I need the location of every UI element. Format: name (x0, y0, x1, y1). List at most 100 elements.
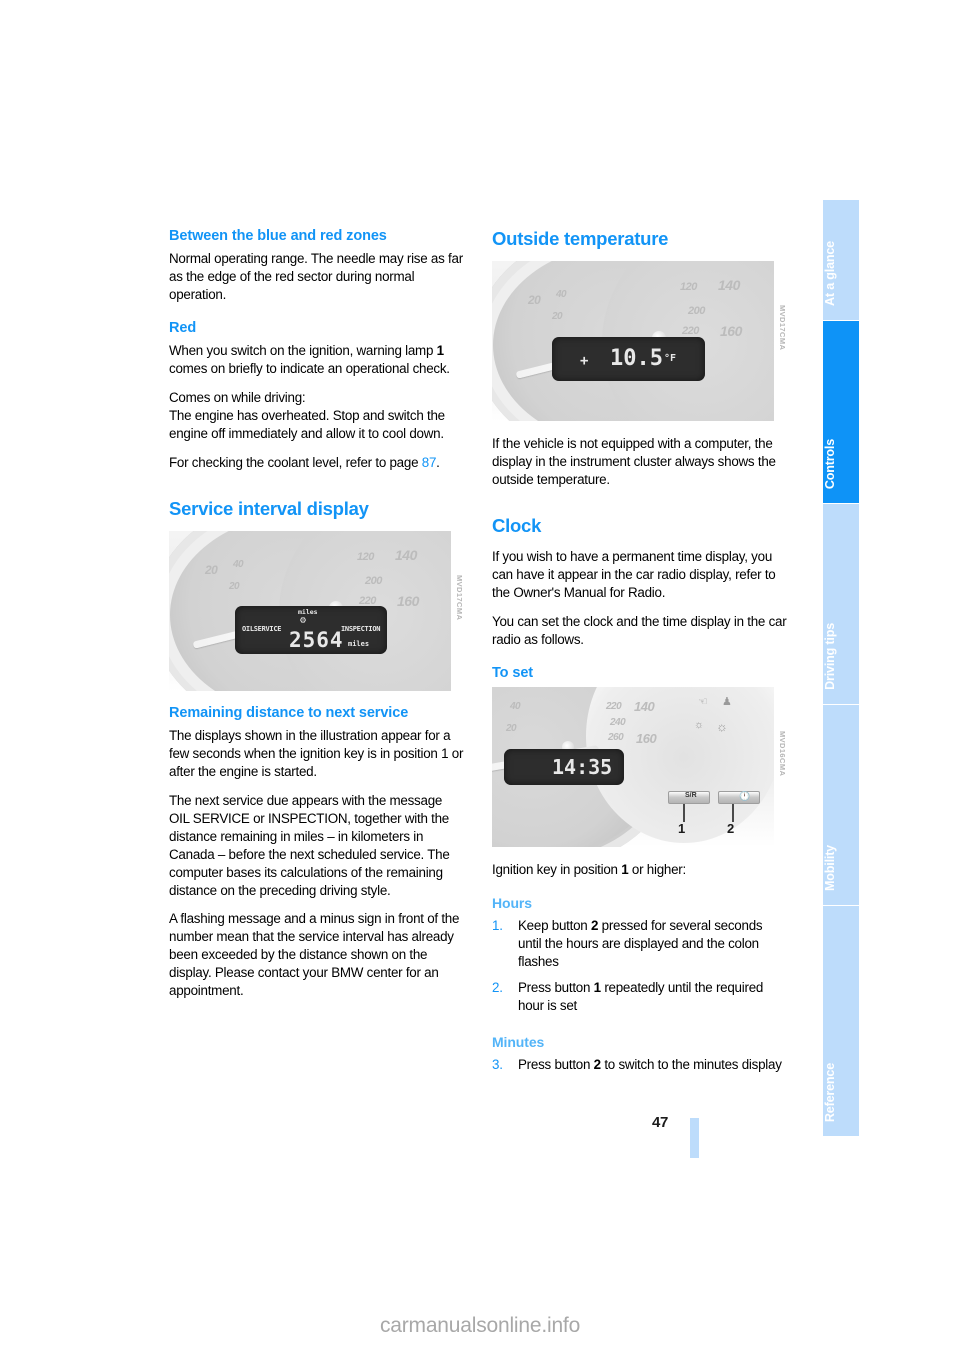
sidebar-item-label: Driving tips (823, 623, 837, 690)
figure-image-outside-temp: 20 40 20 120 140 200 220 160 + 10.5 °F (492, 261, 774, 422)
button-1-sr[interactable]: S/R (668, 791, 710, 805)
dial-tick-label: 40 (510, 701, 521, 713)
lcd-clock-value: 14:35 (552, 755, 613, 780)
coolant-text: For checking the coolant level, refer to… (169, 454, 422, 470)
step-number: 1. (492, 917, 503, 933)
paragraph-red-driving-label: Comes on while driving: (169, 390, 306, 406)
headlight-icon: ☼ (716, 719, 728, 735)
sidebar-item-label: Controls (823, 438, 837, 489)
dial-tick-label: 140 (718, 277, 740, 294)
paragraph-clock-1: If you wish to have a permanent time dis… (492, 549, 776, 600)
dial-tick-label: 160 (720, 323, 742, 340)
figure-image-clock: 40 20 220 140 240 260 160 ☜ ♟ ☼ ☼ 14:35 … (492, 687, 774, 848)
dial-tick-label: 160 (636, 731, 657, 747)
step-number: 3. (492, 1056, 503, 1072)
paragraph-remaining-2: The next service due appears with the me… (169, 793, 450, 898)
clock-lcd-panel: 14:35 (504, 749, 624, 786)
list-item: 2. Press button 1 repeatedly until the re… (492, 979, 788, 1015)
manual-page: Between the blue and red zones Normal op… (0, 0, 960, 1358)
sidebar-item-mobility[interactable]: Mobility (823, 705, 859, 905)
section-tabs-sidebar: At a glance Controls Driving tips Mobili… (823, 200, 859, 1136)
heading-remaining-distance: Remaining distance to next service (169, 705, 409, 722)
lcd-sign: + (580, 353, 589, 370)
service-lcd-panel: OILSERVICE INSPECTION miles ⚙ 2564 miles (235, 606, 387, 655)
dial-tick-label: 240 (610, 717, 626, 729)
paragraph-remaining-1: The displays shown in the illustration a… (169, 728, 464, 780)
red-text-part-b: comes on briefly to indicate an operatio… (169, 361, 450, 377)
callout-number-1: 1 (678, 821, 686, 837)
dial-tick-label: 20 (229, 581, 240, 593)
dial-tick-label: 20 (528, 293, 541, 308)
lcd-bottom-unit: miles (348, 640, 370, 649)
steps-minutes-list: 3. Press button 2 to switch to the minute… (492, 1056, 788, 1074)
paragraph-red-overheated: The engine has overheated. Stop and swit… (169, 408, 445, 442)
fog-lamp-icon: ☼ (694, 719, 705, 732)
lcd-distance-value: 2564 (289, 628, 344, 653)
steps-hours-list: 1. Keep button 2 pressed for several seco… (492, 917, 788, 1015)
heading-hours: Hours (492, 894, 532, 911)
paragraph-ignition-position: Ignition key in position 1 or higher: (492, 861, 788, 879)
paragraph-remaining-3: A flashing message and a minus sign in f… (169, 911, 460, 999)
dial-tick-label: 120 (680, 281, 697, 294)
dial-tick-label: 20 (506, 723, 517, 735)
figure-image-service: 20 40 20 120 140 200 220 160 OILSERVICE … (169, 531, 451, 692)
heading-clock: Clock (492, 514, 542, 536)
paragraph-outside-temperature: If the vehicle is not equipped with a co… (492, 436, 776, 488)
step-text-a: Press button (518, 1056, 594, 1072)
callout-leader-2 (732, 804, 734, 823)
figure-service-interval-display: 20 40 20 120 140 200 220 160 OILSERVICE … (169, 531, 465, 692)
coolant-period: . (436, 454, 440, 470)
heading-minutes: Minutes (492, 1034, 545, 1051)
temperature-lcd-panel: + 10.5 °F (552, 337, 705, 382)
sidebar-item-label: At a glance (823, 241, 837, 306)
sidebar-item-at-a-glance[interactable]: At a glance (823, 200, 859, 320)
button-2-clock[interactable]: 🕛 (718, 791, 760, 805)
red-lamp-number: 1 (436, 343, 444, 359)
figure-outside-temperature: 20 40 20 120 140 200 220 160 + 10.5 °F M… (492, 261, 788, 422)
dial-tick-label: 220 (606, 701, 622, 713)
ignition-text-a: Ignition key in position (492, 862, 622, 878)
sidebar-item-reference[interactable]: Reference (823, 906, 859, 1136)
sidebar-item-label: Reference (823, 1062, 837, 1122)
step-text-b: to switch to the minutes display (600, 1056, 782, 1072)
sidebar-item-controls[interactable]: Controls (823, 321, 859, 503)
airbag-warning-icon: ♟ (722, 696, 732, 709)
figure-reference-code: MVD16CMA (778, 731, 787, 777)
button-1-label: S/R (685, 792, 697, 800)
sidebar-item-label: Mobility (823, 845, 837, 891)
watermark-text: carmanualsonline.info (379, 1314, 581, 1337)
step-text-a: Keep button (518, 917, 591, 933)
paragraph-red-ignition: When you switch on the ignition, warning… (169, 342, 465, 378)
figure-reference-code: MVD17CMA (778, 305, 787, 351)
callout-number-2: 2 (727, 821, 735, 837)
step-number: 2. (492, 980, 503, 996)
dial-tick-label: 20 (205, 563, 218, 578)
dial-tick-label: 160 (397, 593, 419, 610)
left-column: Between the blue and red zones Normal op… (169, 228, 465, 1000)
page-number-bar (690, 1118, 699, 1158)
ignition-text-b: or higher: (628, 862, 686, 878)
page-number: 47 (652, 1114, 669, 1131)
paragraph-clock-2: You can set the clock and the time displ… (492, 613, 787, 647)
step-text-a: Press button (518, 980, 594, 996)
heading-to-set: To set (492, 664, 534, 681)
paragraph-between-zones: Normal operating range. The needle may r… (169, 251, 463, 303)
service-wrench-icon: ⚙ (300, 615, 307, 627)
dial-tick-label: 200 (688, 305, 705, 318)
dial-tick-label: 40 (233, 559, 244, 571)
figure-clock-setting: 40 20 220 140 240 260 160 ☜ ♟ ☼ ☼ 14:35 … (492, 687, 788, 848)
list-item: 3. Press button 2 to switch to the minute… (492, 1056, 788, 1074)
dial-tick-label: 220 (682, 325, 699, 338)
sidebar-item-driving-tips[interactable]: Driving tips (823, 504, 859, 704)
lcd-temperature-unit: °F (664, 353, 677, 365)
red-text-part-a: When you switch on the ignition, warning… (169, 343, 437, 359)
lcd-oilservice-label: OILSERVICE (242, 625, 282, 634)
dial-tick-label: 140 (395, 547, 417, 564)
clock-icon: 🕛 (739, 791, 751, 802)
page-reference-87[interactable]: 87 (422, 455, 437, 470)
heading-red: Red (169, 320, 197, 337)
figure-reference-code: MVD17CMA (455, 575, 464, 621)
callout-leader-1 (683, 804, 685, 823)
